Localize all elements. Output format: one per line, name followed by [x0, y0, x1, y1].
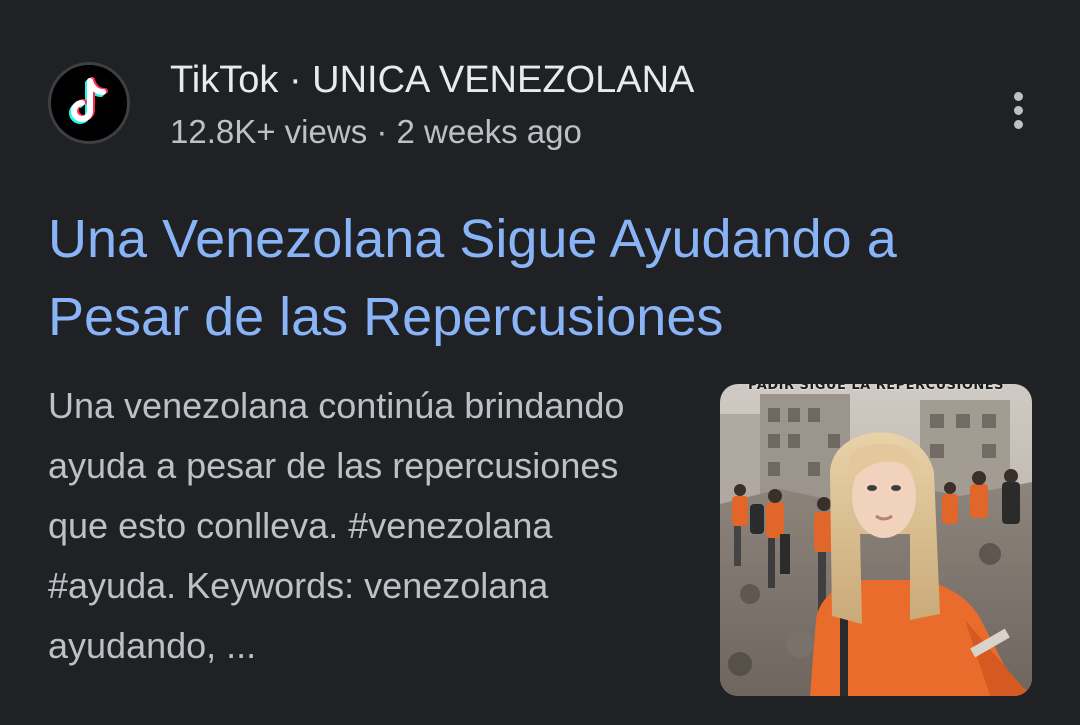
more-dot — [1013, 105, 1023, 115]
tiktok-logo-icon[interactable] — [48, 62, 130, 144]
more-dot — [1013, 91, 1023, 101]
view-count: 12.8K+ views — [170, 113, 368, 150]
post-age: 2 weeks ago — [396, 113, 582, 150]
meta-line: 12.8K+ views · 2 weeks ago — [170, 110, 694, 154]
thumbnail-caption: PADIR SIGUE LA REPERCUSIONES — [747, 384, 1005, 393]
search-result-card: TikTok · UNICA VENEZOLANA 12.8K+ views ·… — [0, 0, 1080, 725]
result-thumbnail[interactable]: PADIR SIGUE LA REPERCUSIONES — [720, 384, 1032, 696]
site-name: TikTok — [170, 59, 279, 101]
result-snippet: Una venezolana continúa brindando ayuda … — [48, 385, 625, 666]
result-header: TikTok · UNICA VENEZOLANA 12.8K+ views ·… — [48, 56, 1038, 156]
thumbnail-image — [720, 384, 1032, 696]
tiktok-note-glyph — [69, 77, 108, 124]
more-dot — [1013, 119, 1023, 129]
source-block: TikTok · UNICA VENEZOLANA 12.8K+ views ·… — [170, 56, 694, 154]
meta-separator: · — [367, 113, 397, 150]
channel-name: UNICA VENEZOLANA — [312, 59, 695, 101]
more-vert-icon[interactable] — [998, 86, 1038, 134]
source-line[interactable]: TikTok · UNICA VENEZOLANA — [170, 56, 694, 104]
source-separator: · — [278, 59, 313, 101]
result-title-link[interactable]: Una Venezolana Sigue Ayudando a Pesar de… — [48, 200, 1038, 356]
